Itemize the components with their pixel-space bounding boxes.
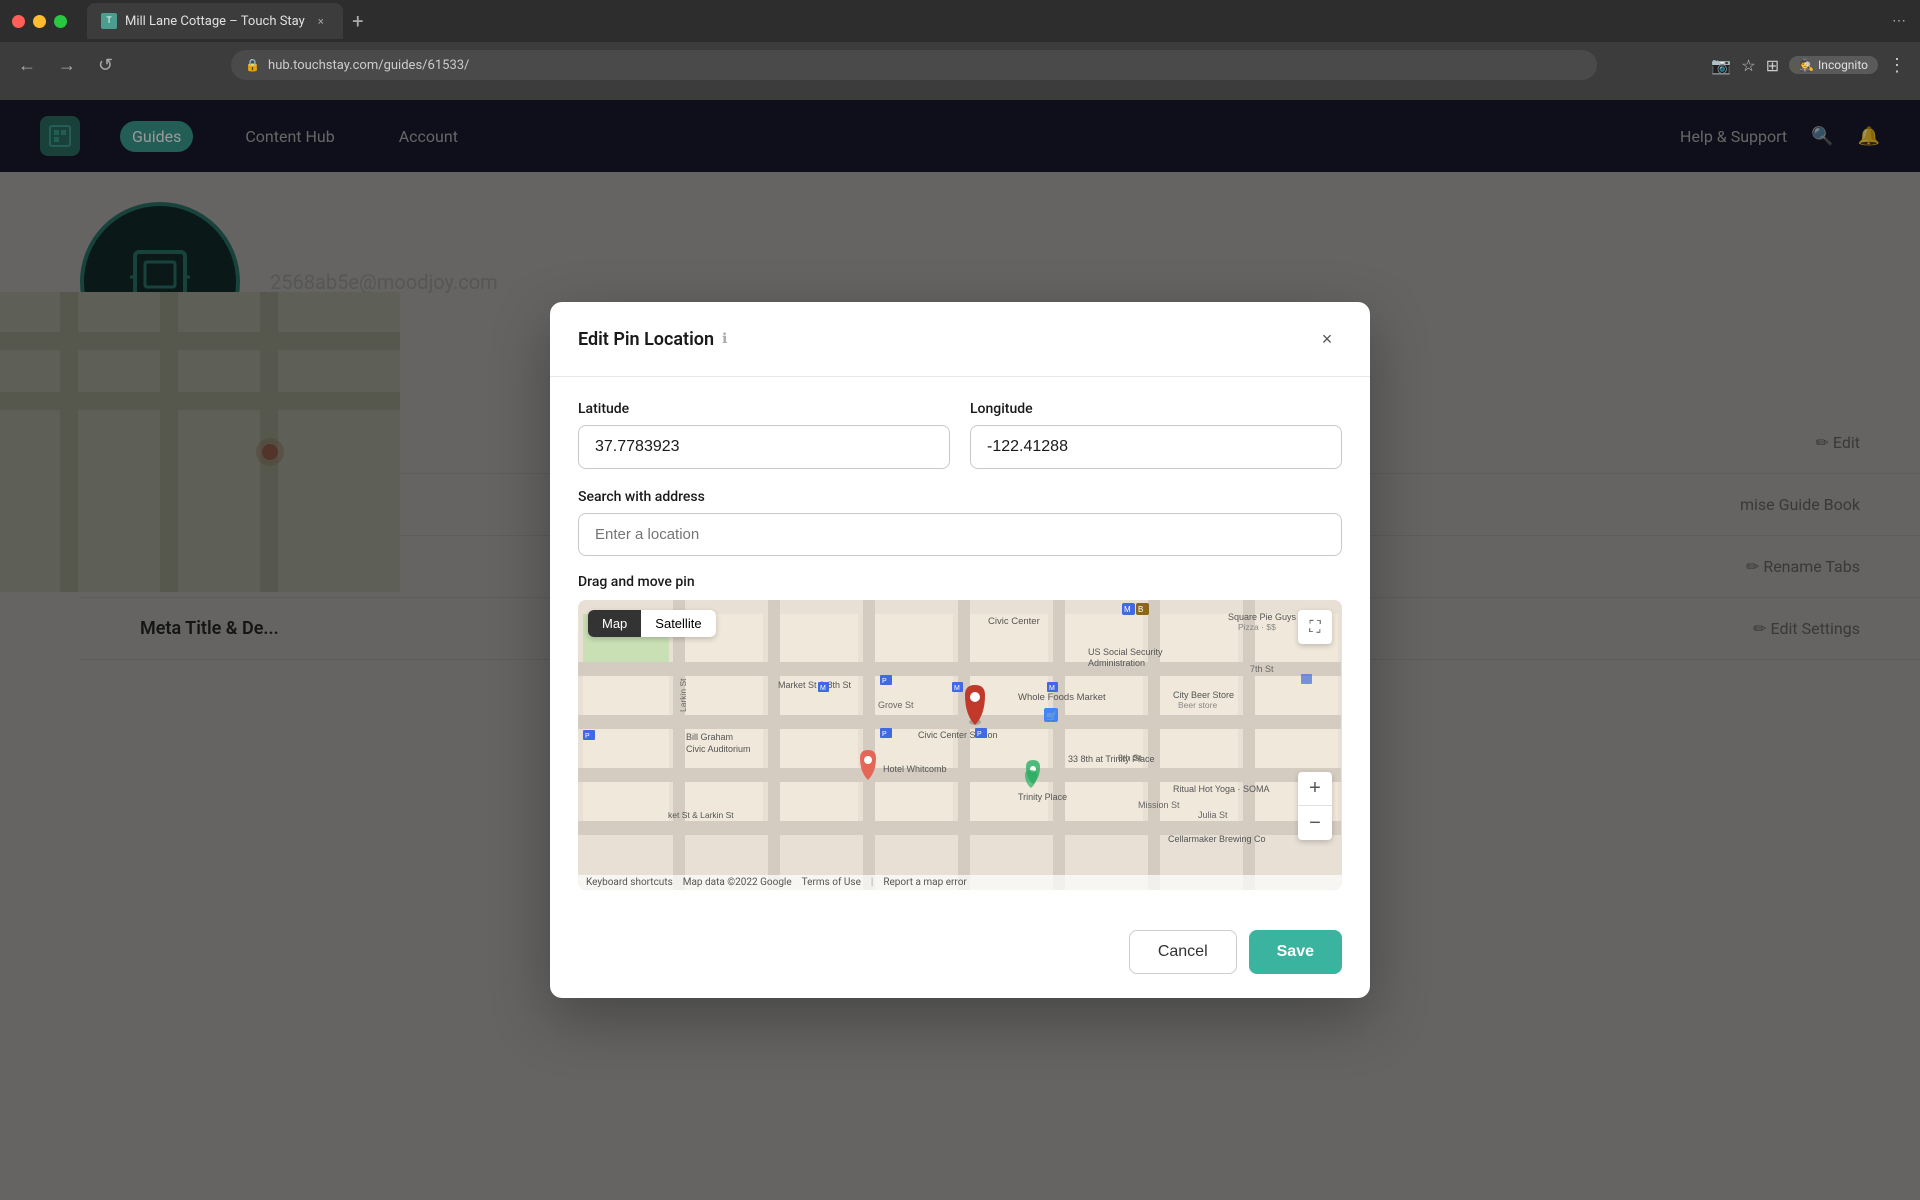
- svg-text:Grove St: Grove St: [878, 700, 914, 710]
- tab-favicon: T: [101, 13, 117, 29]
- svg-text:P: P: [882, 678, 887, 685]
- satellite-view-button[interactable]: Satellite: [641, 610, 715, 637]
- svg-text:Whole Foods Market: Whole Foods Market: [1018, 692, 1106, 703]
- edit-pin-location-modal: Edit Pin Location ℹ × Latitude Longitude…: [550, 302, 1370, 998]
- modal-title: Edit Pin Location: [578, 329, 714, 350]
- svg-text:B: B: [1138, 605, 1143, 614]
- minimize-icon[interactable]: ⋯: [1892, 13, 1906, 29]
- svg-text:City Beer Store: City Beer Store: [1173, 690, 1234, 700]
- search-label: Search with address: [578, 489, 1342, 505]
- svg-text:Julia St: Julia St: [1198, 810, 1228, 820]
- grid-icon[interactable]: ⊞: [1766, 56, 1779, 75]
- svg-text:8th St: 8th St: [1118, 753, 1142, 763]
- modal-header: Edit Pin Location ℹ ×: [550, 302, 1370, 377]
- svg-text:P: P: [585, 733, 590, 740]
- browser-chrome: T Mill Lane Cottage – Touch Stay × + ⋯ ←…: [0, 0, 1920, 100]
- tab-title: Mill Lane Cottage – Touch Stay: [125, 14, 305, 29]
- menu-icon[interactable]: ⋮: [1888, 55, 1906, 76]
- zoom-in-button[interactable]: +: [1298, 772, 1332, 806]
- incognito-badge: 🕵 Incognito: [1789, 56, 1878, 74]
- new-tab-button[interactable]: +: [343, 6, 373, 36]
- coordinates-row: Latitude Longitude: [578, 401, 1342, 469]
- svg-text:US Social Security: US Social Security: [1088, 647, 1163, 657]
- svg-text:Hotel Whitcomb: Hotel Whitcomb: [883, 764, 947, 774]
- svg-text:P: P: [882, 731, 887, 738]
- window-controls: [12, 15, 67, 28]
- back-button[interactable]: ←: [14, 51, 40, 80]
- latitude-group: Latitude: [578, 401, 950, 469]
- svg-text:Ritual Hot Yoga · SOMA: Ritual Hot Yoga · SOMA: [1173, 784, 1270, 794]
- fullscreen-icon: ⛶: [1309, 617, 1320, 637]
- info-icon[interactable]: ℹ: [722, 331, 727, 347]
- svg-text:Mission St: Mission St: [1138, 800, 1180, 810]
- save-button[interactable]: Save: [1249, 930, 1342, 974]
- reload-button[interactable]: ↺: [94, 51, 117, 80]
- modal-close-button[interactable]: ×: [1312, 324, 1342, 354]
- latitude-input[interactable]: [578, 425, 950, 469]
- map-view-button[interactable]: Map: [588, 610, 641, 637]
- svg-text:Pizza · $$: Pizza · $$: [1238, 622, 1276, 632]
- svg-text:Cellarmaker Brewing Co: Cellarmaker Brewing Co: [1168, 834, 1266, 844]
- map-type-toggle[interactable]: Map Satellite: [588, 610, 716, 637]
- address-search-input[interactable]: [578, 513, 1342, 556]
- latitude-label: Latitude: [578, 401, 950, 417]
- svg-text:Civic Center: Civic Center: [988, 616, 1040, 627]
- address-bar-row: ← → ↺ 🔒 hub.touchstay.com/guides/61533/ …: [0, 42, 1920, 88]
- svg-text:Civic Auditorium: Civic Auditorium: [686, 744, 751, 754]
- map-data-attribution: Map data ©2022 Google: [683, 877, 792, 888]
- active-tab[interactable]: T Mill Lane Cottage – Touch Stay ×: [87, 3, 343, 39]
- svg-text:ket St & Larkin St: ket St & Larkin St: [668, 810, 734, 820]
- map-streets-svg: Civic Center US Social Security Administ…: [578, 600, 1342, 890]
- svg-text:M: M: [954, 685, 960, 692]
- drag-label: Drag and move pin: [578, 574, 1342, 590]
- longitude-label: Longitude: [970, 401, 1342, 417]
- star-icon[interactable]: ☆: [1741, 56, 1755, 75]
- forward-button[interactable]: →: [54, 51, 80, 80]
- tab-close-button[interactable]: ×: [313, 13, 329, 29]
- address-search-group: Search with address: [578, 489, 1342, 574]
- svg-text:M: M: [1124, 605, 1131, 614]
- camera-icon[interactable]: 📷: [1711, 56, 1731, 75]
- map-zoom-controls: + −: [1298, 772, 1332, 840]
- terms-link[interactable]: Terms of Use: [802, 877, 861, 888]
- browser-actions: 📷 ☆ ⊞ 🕵 Incognito ⋮: [1711, 55, 1906, 76]
- svg-text:7th St: 7th St: [1250, 664, 1274, 674]
- svg-text:M: M: [820, 685, 826, 692]
- svg-text:M: M: [1049, 685, 1055, 692]
- cancel-button[interactable]: Cancel: [1129, 930, 1237, 974]
- url-display: hub.touchstay.com/guides/61533/: [268, 58, 469, 73]
- address-bar[interactable]: 🔒 hub.touchstay.com/guides/61533/: [231, 50, 1597, 80]
- close-window-button[interactable]: [12, 15, 25, 28]
- maximize-window-button[interactable]: [54, 15, 67, 28]
- svg-text:Bill Graham: Bill Graham: [686, 732, 733, 742]
- svg-text:🛒: 🛒: [1046, 710, 1057, 721]
- map-container[interactable]: Civic Center US Social Security Administ…: [578, 600, 1342, 890]
- svg-text:Administration: Administration: [1088, 658, 1145, 668]
- keyboard-shortcuts-link[interactable]: Keyboard shortcuts: [586, 877, 673, 888]
- zoom-out-button[interactable]: −: [1298, 806, 1332, 840]
- minimize-window-button[interactable]: [33, 15, 46, 28]
- svg-text:Beer store: Beer store: [1178, 700, 1217, 710]
- report-error-link[interactable]: Report a map error: [883, 877, 966, 888]
- longitude-input[interactable]: [970, 425, 1342, 469]
- svg-text:Larkin St: Larkin St: [678, 678, 688, 712]
- modal-footer: Cancel Save: [550, 914, 1370, 998]
- svg-text:33 8th at Trinity Place: 33 8th at Trinity Place: [1068, 754, 1155, 764]
- map-attribution: Keyboard shortcuts Map data ©2022 Google…: [578, 875, 1342, 890]
- svg-text:P: P: [977, 731, 982, 738]
- svg-text:Trinity Place: Trinity Place: [1018, 792, 1067, 802]
- site-background: Guides Content Hub Account Help & Suppor…: [0, 100, 1920, 1200]
- fullscreen-button[interactable]: ⛶: [1298, 610, 1332, 644]
- longitude-group: Longitude: [970, 401, 1342, 469]
- svg-text:Market St & 8th St: Market St & 8th St: [778, 680, 852, 690]
- modal-body: Latitude Longitude Search with address D…: [550, 377, 1370, 914]
